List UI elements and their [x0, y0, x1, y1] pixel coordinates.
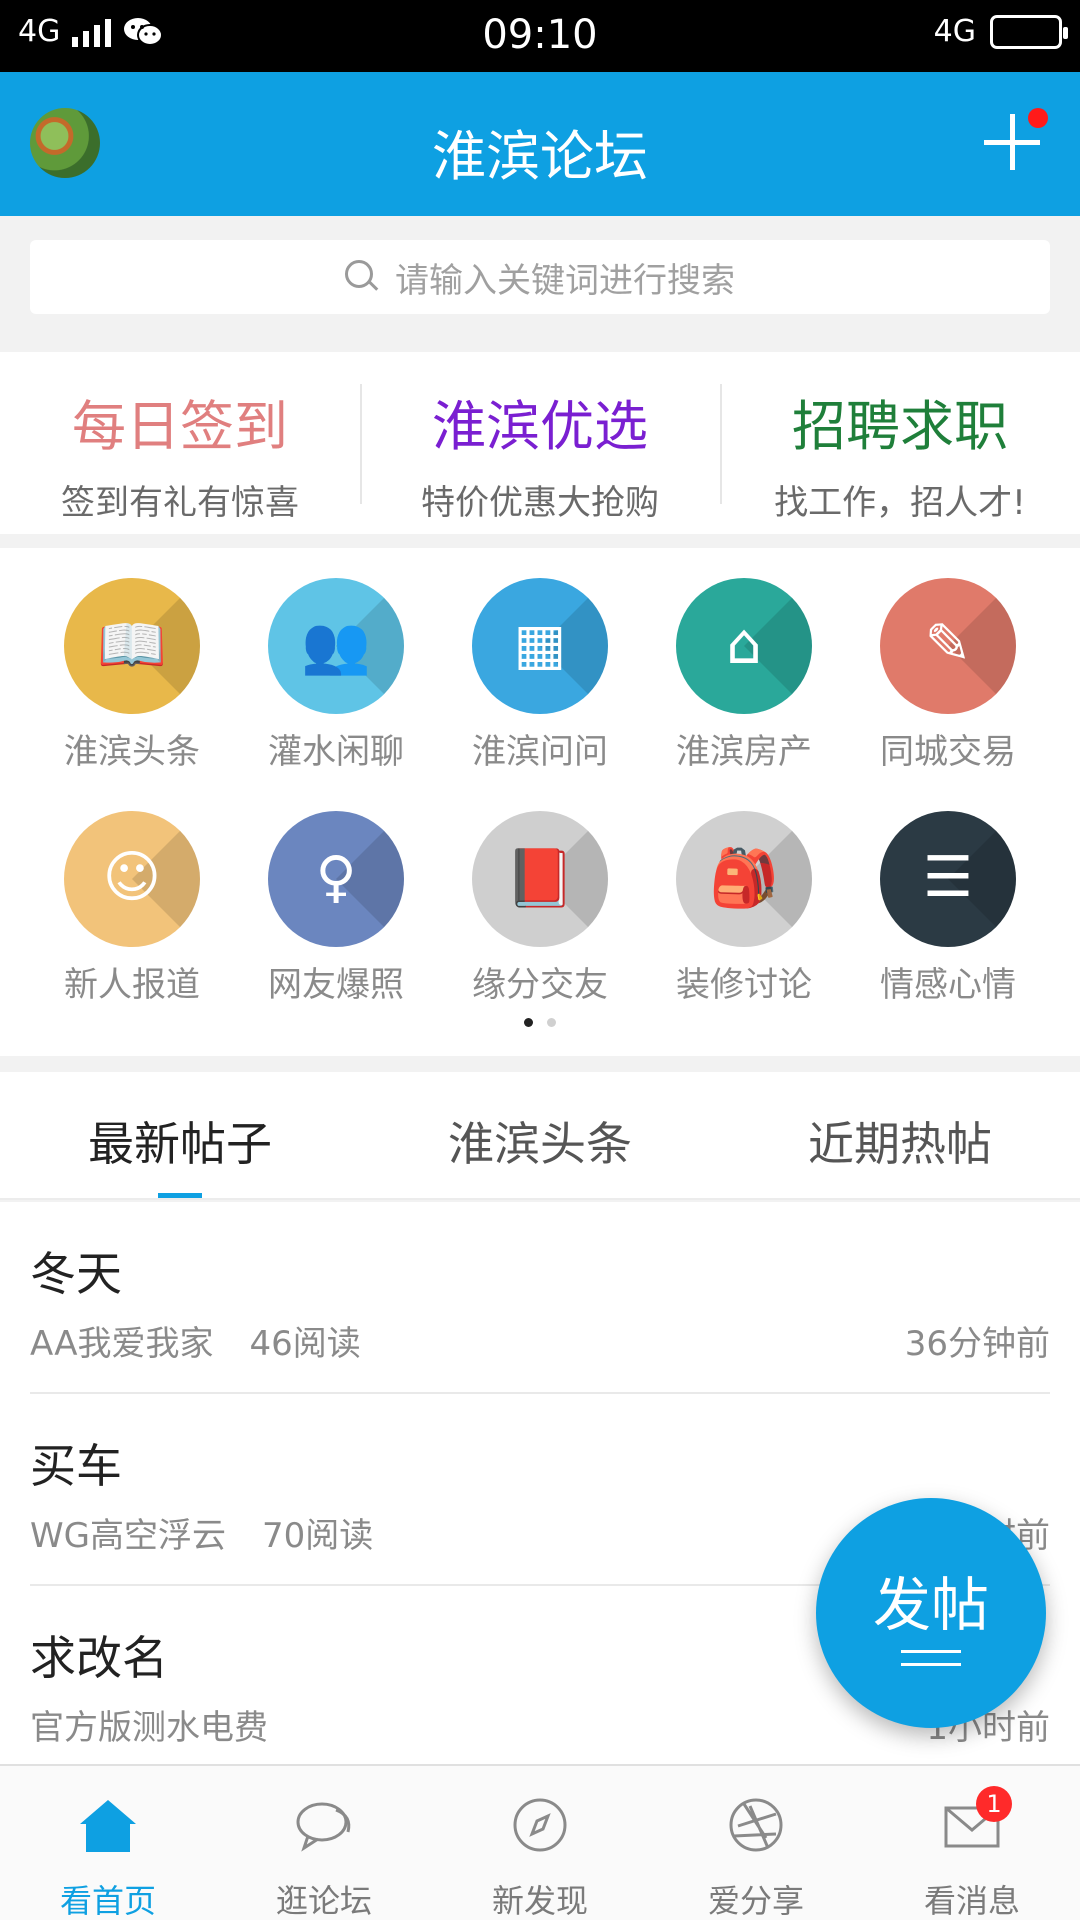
promo-jobs[interactable]: 招聘求职 找工作，招人才!: [720, 352, 1080, 534]
promo-subtitle: 特价优惠大抢购: [421, 483, 659, 523]
promo-subtitle: 签到有礼有惊喜: [61, 483, 299, 523]
category-label: 网友爆照: [268, 965, 404, 1005]
compass-icon: [513, 1798, 567, 1852]
nav-discover[interactable]: 新发现: [432, 1766, 648, 1920]
category-grid: 📖 淮滨头条 👥 灌水闲聊 ▦ 淮滨问问 ⌂ 淮滨房产 ✎ 同城交易 ☺ 新人报: [0, 548, 1080, 1056]
network-type-right: 4G: [933, 14, 976, 49]
category-item[interactable]: ☺ 新人报道: [30, 811, 234, 1006]
category-label: 灌水闲聊: [268, 732, 404, 772]
post-title: 冬天: [30, 1247, 122, 1301]
app-screen: 4G 09:10 4G 淮滨论坛 请输入关键词进行搜索 每日签到 签到有礼有惊喜…: [0, 0, 1080, 1920]
category-item[interactable]: 👥 灌水闲聊: [234, 578, 438, 773]
category-item[interactable]: 📕 缘分交友: [438, 811, 642, 1006]
page-dot[interactable]: [547, 1018, 556, 1027]
unread-badge: 1: [976, 1786, 1012, 1822]
category-label: 情感心情: [880, 965, 1016, 1005]
category-label: 淮滨头条: [64, 732, 200, 772]
nav-home[interactable]: 看首页: [0, 1766, 216, 1920]
search-icon: [345, 260, 379, 294]
nav-share[interactable]: 爱分享: [648, 1766, 864, 1920]
notification-dot: [1028, 108, 1048, 128]
nav-label: 看首页: [59, 1882, 156, 1920]
nav-forum[interactable]: 逛论坛: [216, 1766, 432, 1920]
tab-hot-posts[interactable]: 近期热帖: [720, 1072, 1080, 1198]
reading-person-icon: 📖: [64, 578, 200, 714]
promo-title: 淮滨优选: [432, 395, 648, 458]
tools-calculator-icon: ✎: [880, 578, 1016, 714]
woman-portrait-icon: ♀: [268, 811, 404, 947]
category-item[interactable]: ▦ 淮滨问问: [438, 578, 642, 773]
toolbag-icon: 🎒: [676, 811, 812, 947]
girl-reading-icon: 📕: [472, 811, 608, 947]
search-input[interactable]: 请输入关键词进行搜索: [30, 240, 1050, 314]
nav-label: 逛论坛: [275, 1882, 372, 1920]
nav-label: 爱分享: [707, 1882, 804, 1920]
page-dot-active[interactable]: [524, 1018, 533, 1027]
add-button[interactable]: [972, 102, 1052, 182]
search-placeholder: 请输入关键词进行搜索: [395, 260, 735, 301]
category-item[interactable]: ✎ 同城交易: [846, 578, 1050, 773]
nav-label: 新发现: [491, 1882, 588, 1920]
category-label: 新人报道: [64, 965, 200, 1005]
post-meta: 官方版测水电费: [30, 1700, 304, 1749]
tab-latest-posts[interactable]: 最新帖子: [0, 1072, 360, 1198]
post-meta: AA我爱我家 46阅读: [30, 1316, 361, 1365]
post-time: 36分钟前: [904, 1324, 1050, 1364]
post-reads: 70阅读: [261, 1516, 374, 1556]
post-title: 求改名: [30, 1631, 168, 1685]
lecture-hall-icon: 👥: [268, 578, 404, 714]
menu-lines-icon: [901, 1650, 961, 1666]
list-item[interactable]: 冬天 AA我爱我家 46阅读 36分钟前: [30, 1202, 1050, 1394]
category-label: 装修讨论: [676, 965, 812, 1005]
post-reads: 46阅读: [249, 1324, 361, 1364]
notepad-icon: ☰: [880, 811, 1016, 947]
category-item[interactable]: ♀ 网友爆照: [234, 811, 438, 1006]
post-author: 官方版测水电费: [30, 1708, 268, 1748]
new-post-label: 发帖: [872, 1571, 989, 1639]
category-label: 淮滨问问: [472, 732, 608, 772]
home-icon: [80, 1800, 136, 1852]
post-title: 买车: [30, 1439, 122, 1493]
post-author: WG高空浮云: [30, 1516, 226, 1556]
category-label: 淮滨房产: [676, 732, 812, 772]
promo-daily-checkin[interactable]: 每日签到 签到有礼有惊喜: [0, 352, 360, 534]
status-right: 4G: [933, 14, 1068, 49]
search-area: 请输入关键词进行搜索: [0, 216, 1080, 352]
category-label: 缘分交友: [472, 965, 608, 1005]
aperture-icon: [729, 1798, 783, 1852]
promo-title: 招聘求职: [792, 395, 1008, 458]
category-item[interactable]: ⌂ 淮滨房产: [642, 578, 846, 773]
chat-bubble-icon: [296, 1802, 351, 1852]
battery-icon: [990, 14, 1068, 49]
status-bar: 4G 09:10 4G: [0, 0, 1080, 72]
promo-row: 每日签到 签到有礼有惊喜 淮滨优选 特价优惠大抢购 招聘求职 找工作，招人才!: [0, 352, 1080, 534]
category-item[interactable]: 📖 淮滨头条: [30, 578, 234, 773]
post-author: AA我爱我家: [30, 1324, 214, 1364]
category-item[interactable]: ☰ 情感心情: [846, 811, 1050, 1006]
page-title: 淮滨论坛: [432, 125, 648, 188]
promo-subtitle: 找工作，招人才!: [774, 483, 1026, 523]
category-item[interactable]: 🎒 装修讨论: [642, 811, 846, 1006]
bottom-nav: 看首页 逛论坛 新发现 爱分享 1 看消息: [0, 1764, 1080, 1920]
category-label: 同城交易: [880, 732, 1016, 772]
tab-headlines[interactable]: 淮滨头条: [360, 1072, 720, 1198]
app-header: 淮滨论坛: [0, 72, 1080, 216]
promo-selected-deals[interactable]: 淮滨优选 特价优惠大抢购: [360, 352, 720, 534]
nav-label: 看消息: [923, 1882, 1020, 1920]
newcomer-certificate-icon: ☺: [64, 811, 200, 947]
nav-messages[interactable]: 1 看消息: [864, 1766, 1080, 1920]
post-tabs: 最新帖子 淮滨头条 近期热帖: [0, 1072, 1080, 1200]
number-blocks-icon: ▦: [472, 578, 608, 714]
new-post-button[interactable]: 发帖: [816, 1498, 1046, 1728]
status-time: 09:10: [482, 12, 598, 58]
post-meta: WG高空浮云 70阅读: [30, 1508, 373, 1557]
house-icon: ⌂: [676, 578, 812, 714]
promo-title: 每日签到: [72, 395, 288, 458]
page-indicator: [0, 1018, 1080, 1027]
